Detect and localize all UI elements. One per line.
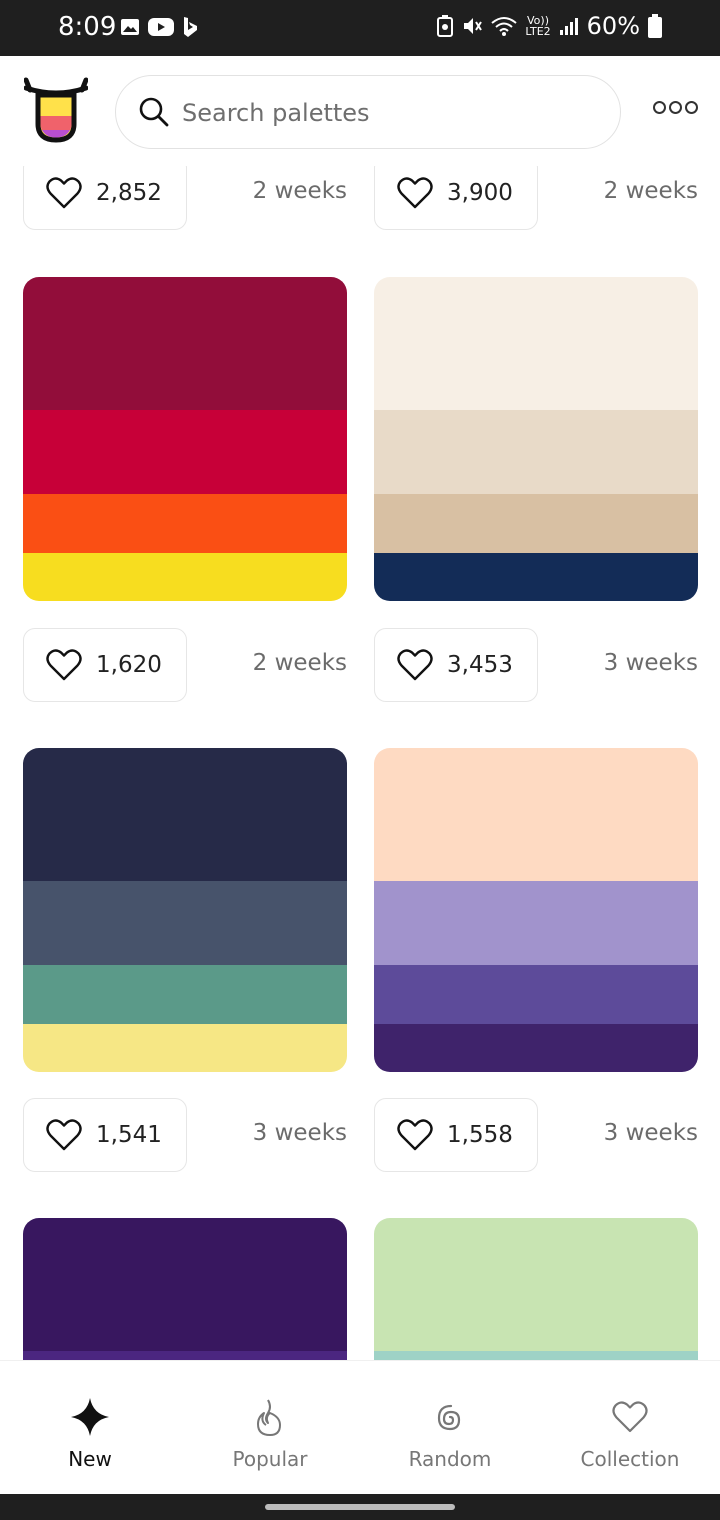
- palette-meta: 1,541 3 weeks: [23, 1098, 347, 1172]
- palette-swatch[interactable]: [374, 553, 698, 601]
- flame-icon: [257, 1399, 281, 1436]
- status-system-icons: Vo)) LTE2 60%: [437, 12, 662, 40]
- like-count: 3,453: [447, 652, 513, 678]
- palette-meta: 1,558 3 weeks: [374, 1098, 698, 1172]
- signal-icon: [559, 18, 578, 35]
- wifi-icon: [491, 17, 517, 36]
- palette-meta: 3,900 2 weeks: [374, 166, 698, 230]
- like-button[interactable]: 1,558: [374, 1098, 538, 1172]
- search-icon: [139, 97, 169, 127]
- palette-card[interactable]: [374, 277, 698, 601]
- palette-feed[interactable]: 2,852 2 weeks 3,900 2 weeks 1,620 2 week…: [0, 166, 720, 1360]
- heart-icon: [397, 649, 433, 681]
- palette-swatch[interactable]: [374, 1351, 698, 1360]
- palette-card[interactable]: [374, 748, 698, 1072]
- palette-age: 2 weeks: [252, 178, 347, 204]
- heart-icon: [397, 177, 433, 209]
- palette-swatch[interactable]: [23, 410, 347, 494]
- nav-new[interactable]: New: [0, 1361, 180, 1495]
- like-count: 1,620: [96, 652, 162, 678]
- network-bottom-label: LTE2: [525, 25, 551, 38]
- like-button[interactable]: 1,541: [23, 1098, 187, 1172]
- like-button[interactable]: 2,852: [23, 166, 187, 230]
- palette-swatch[interactable]: [23, 881, 347, 965]
- spiral-icon: [437, 1404, 461, 1431]
- heart-icon: [46, 649, 82, 681]
- search-bar[interactable]: [115, 75, 621, 149]
- palette-swatch[interactable]: [23, 277, 347, 410]
- palette-swatch[interactable]: [374, 965, 698, 1024]
- nav-label: Popular: [232, 1447, 308, 1471]
- like-count: 2,852: [96, 180, 162, 206]
- app-header: [0, 56, 720, 166]
- palette-card[interactable]: [374, 1218, 698, 1360]
- mute-icon: [464, 18, 483, 34]
- youtube-icon: [148, 18, 174, 36]
- bottom-navigation: New Popular Random Collection: [0, 1360, 720, 1494]
- palette-swatch[interactable]: [374, 1024, 698, 1072]
- heart-icon: [397, 1119, 433, 1151]
- sparkle-icon: [71, 1398, 109, 1436]
- nav-label: Collection: [580, 1447, 680, 1471]
- heart-icon: [46, 177, 82, 209]
- like-button[interactable]: 1,620: [23, 628, 187, 702]
- palette-swatch[interactable]: [374, 410, 698, 494]
- like-button[interactable]: 3,900: [374, 166, 538, 230]
- palette-swatch[interactable]: [23, 1024, 347, 1072]
- bing-icon: [184, 17, 197, 37]
- palette-meta: 1,620 2 weeks: [23, 628, 347, 702]
- network-label: Vo)) LTE2: [525, 15, 550, 37]
- app-logo-icon[interactable]: [24, 76, 88, 146]
- like-count: 1,541: [96, 1122, 162, 1148]
- palette-swatch[interactable]: [23, 965, 347, 1024]
- battery-icon: [648, 14, 662, 38]
- like-button[interactable]: 3,453: [374, 628, 538, 702]
- palette-meta: 2,852 2 weeks: [23, 166, 347, 230]
- palette-age: 2 weeks: [252, 650, 347, 676]
- battery-percent: 60%: [586, 12, 640, 40]
- search-input[interactable]: [182, 94, 582, 132]
- palette-swatch[interactable]: [374, 748, 698, 881]
- heart-icon: [612, 1401, 648, 1433]
- palette-card[interactable]: [23, 277, 347, 601]
- palette-swatch[interactable]: [374, 1218, 698, 1351]
- status-notification-icons: [120, 16, 198, 38]
- heart-icon: [46, 1119, 82, 1151]
- palette-swatch[interactable]: [374, 494, 698, 553]
- palette-age: 3 weeks: [252, 1120, 347, 1146]
- nav-label: Random: [408, 1447, 492, 1471]
- palette-swatch[interactable]: [23, 1218, 347, 1351]
- palette-age: 3 weeks: [603, 1120, 698, 1146]
- like-count: 1,558: [447, 1122, 513, 1148]
- gesture-bar-area: [0, 1494, 720, 1520]
- palette-card[interactable]: [23, 748, 347, 1072]
- palette-age: 2 weeks: [603, 178, 698, 204]
- recycle-battery-icon: [437, 15, 454, 37]
- palette-swatch[interactable]: [23, 553, 347, 601]
- gallery-icon: [121, 19, 139, 35]
- palette-swatch[interactable]: [23, 1351, 347, 1360]
- palette-meta: 3,453 3 weeks: [374, 628, 698, 702]
- home-gesture-handle[interactable]: [265, 1504, 455, 1510]
- status-bar: 8:09 Vo)) LTE2 60%: [0, 0, 720, 56]
- palette-swatch[interactable]: [374, 277, 698, 410]
- more-options-icon[interactable]: [653, 101, 698, 114]
- status-time: 8:09: [58, 12, 117, 42]
- nav-random[interactable]: Random: [360, 1361, 540, 1495]
- like-count: 3,900: [447, 180, 513, 206]
- palette-swatch[interactable]: [374, 881, 698, 965]
- palette-age: 3 weeks: [603, 650, 698, 676]
- palette-swatch[interactable]: [23, 748, 347, 881]
- nav-collection[interactable]: Collection: [540, 1361, 720, 1495]
- nav-popular[interactable]: Popular: [180, 1361, 360, 1495]
- nav-label: New: [68, 1447, 112, 1471]
- palette-card[interactable]: [23, 1218, 347, 1360]
- palette-swatch[interactable]: [23, 494, 347, 553]
